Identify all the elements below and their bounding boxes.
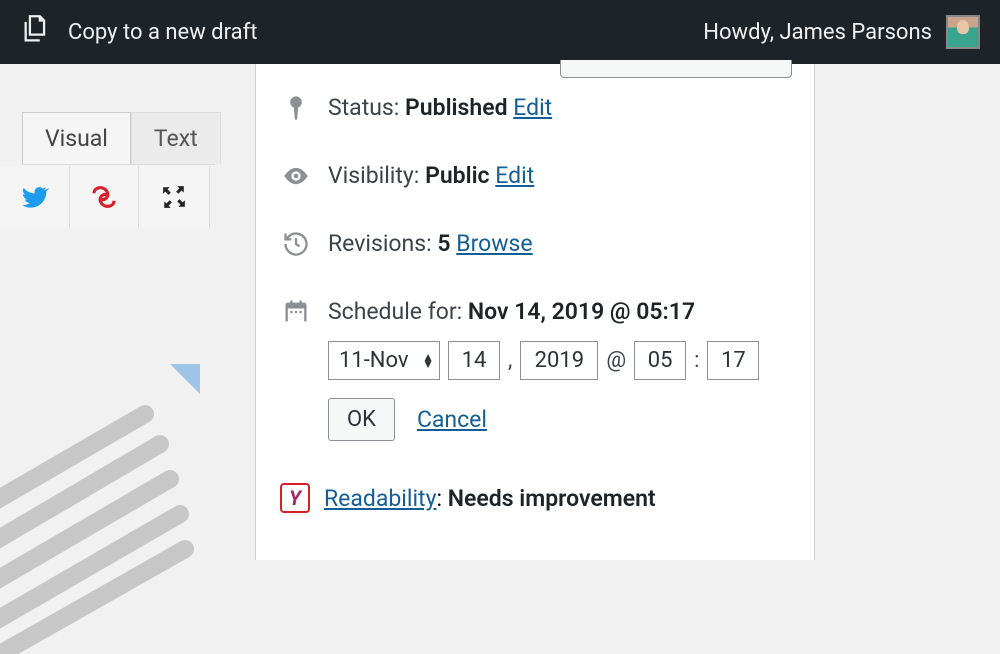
- admin-bar-right: Howdy, James Parsons: [703, 15, 980, 49]
- decor-stripes: [0, 354, 220, 654]
- editor-toolbar: [0, 166, 210, 228]
- copy-to-draft-link[interactable]: Copy to a new draft: [68, 20, 257, 45]
- schedule-minute-input[interactable]: [707, 341, 759, 380]
- visibility-edit-link[interactable]: Edit: [495, 162, 534, 189]
- readability-row: Y Readability: Needs improvement: [280, 483, 790, 513]
- expand-icon[interactable]: [139, 166, 209, 228]
- greeting-text[interactable]: Howdy, James Parsons: [703, 20, 932, 45]
- schedule-inputs: ▲▼ , @ :: [328, 341, 790, 380]
- readability-link[interactable]: Readability: [324, 485, 436, 512]
- status-label: Status:: [328, 94, 405, 121]
- calendar-icon: [280, 298, 312, 332]
- schedule-label: Schedule for:: [328, 298, 468, 325]
- status-edit-link[interactable]: Edit: [513, 94, 552, 121]
- tab-text[interactable]: Text: [131, 112, 221, 164]
- readability-value: Needs improvement: [448, 485, 656, 512]
- yoast-icon: Y: [280, 483, 310, 513]
- at-separator: @: [606, 348, 626, 373]
- editor-left-column: Visual Text: [0, 64, 215, 228]
- admin-bar: Copy to a new draft Howdy, James Parsons: [0, 0, 1000, 64]
- visibility-label: Visibility:: [328, 162, 425, 189]
- schedule-month-select[interactable]: [328, 341, 440, 380]
- spin-icon[interactable]: [70, 166, 140, 228]
- status-value: Published: [405, 94, 507, 121]
- revisions-count: 5: [437, 230, 450, 257]
- history-icon: [280, 230, 312, 264]
- status-row: Status: Published Edit: [280, 94, 790, 128]
- visibility-row: Visibility: Public Edit: [280, 162, 790, 196]
- admin-bar-left: Copy to a new draft: [20, 12, 257, 52]
- readability-colon: :: [436, 485, 447, 512]
- avatar[interactable]: [946, 15, 980, 49]
- schedule-hour-input[interactable]: [634, 341, 686, 380]
- preview-button-edge[interactable]: [560, 60, 792, 78]
- revisions-row: Revisions: 5 Browse: [280, 230, 790, 264]
- schedule-row: Schedule for: Nov 14, 2019 @ 05:17 ▲▼ , …: [280, 298, 790, 441]
- comma-separator: ,: [508, 348, 512, 373]
- schedule-day-input[interactable]: [448, 341, 500, 380]
- twitter-icon[interactable]: [0, 166, 70, 228]
- schedule-actions: OK Cancel: [328, 398, 790, 441]
- visibility-value: Public: [425, 162, 489, 189]
- publish-metabox: Status: Published Edit Visibility: Publi…: [255, 64, 815, 560]
- schedule-display: Nov 14, 2019 @ 05:17: [468, 298, 695, 325]
- revisions-browse-link[interactable]: Browse: [456, 230, 532, 257]
- schedule-year-input[interactable]: [520, 341, 598, 380]
- tab-visual[interactable]: Visual: [22, 112, 131, 164]
- eye-icon: [280, 162, 312, 196]
- editor-tab-row: Visual Text: [22, 112, 215, 165]
- colon-separator: :: [694, 348, 699, 373]
- copy-icon: [20, 12, 54, 52]
- pin-icon: [280, 94, 312, 128]
- revisions-label: Revisions:: [328, 230, 437, 257]
- schedule-cancel-link[interactable]: Cancel: [417, 406, 487, 433]
- schedule-ok-button[interactable]: OK: [328, 398, 395, 441]
